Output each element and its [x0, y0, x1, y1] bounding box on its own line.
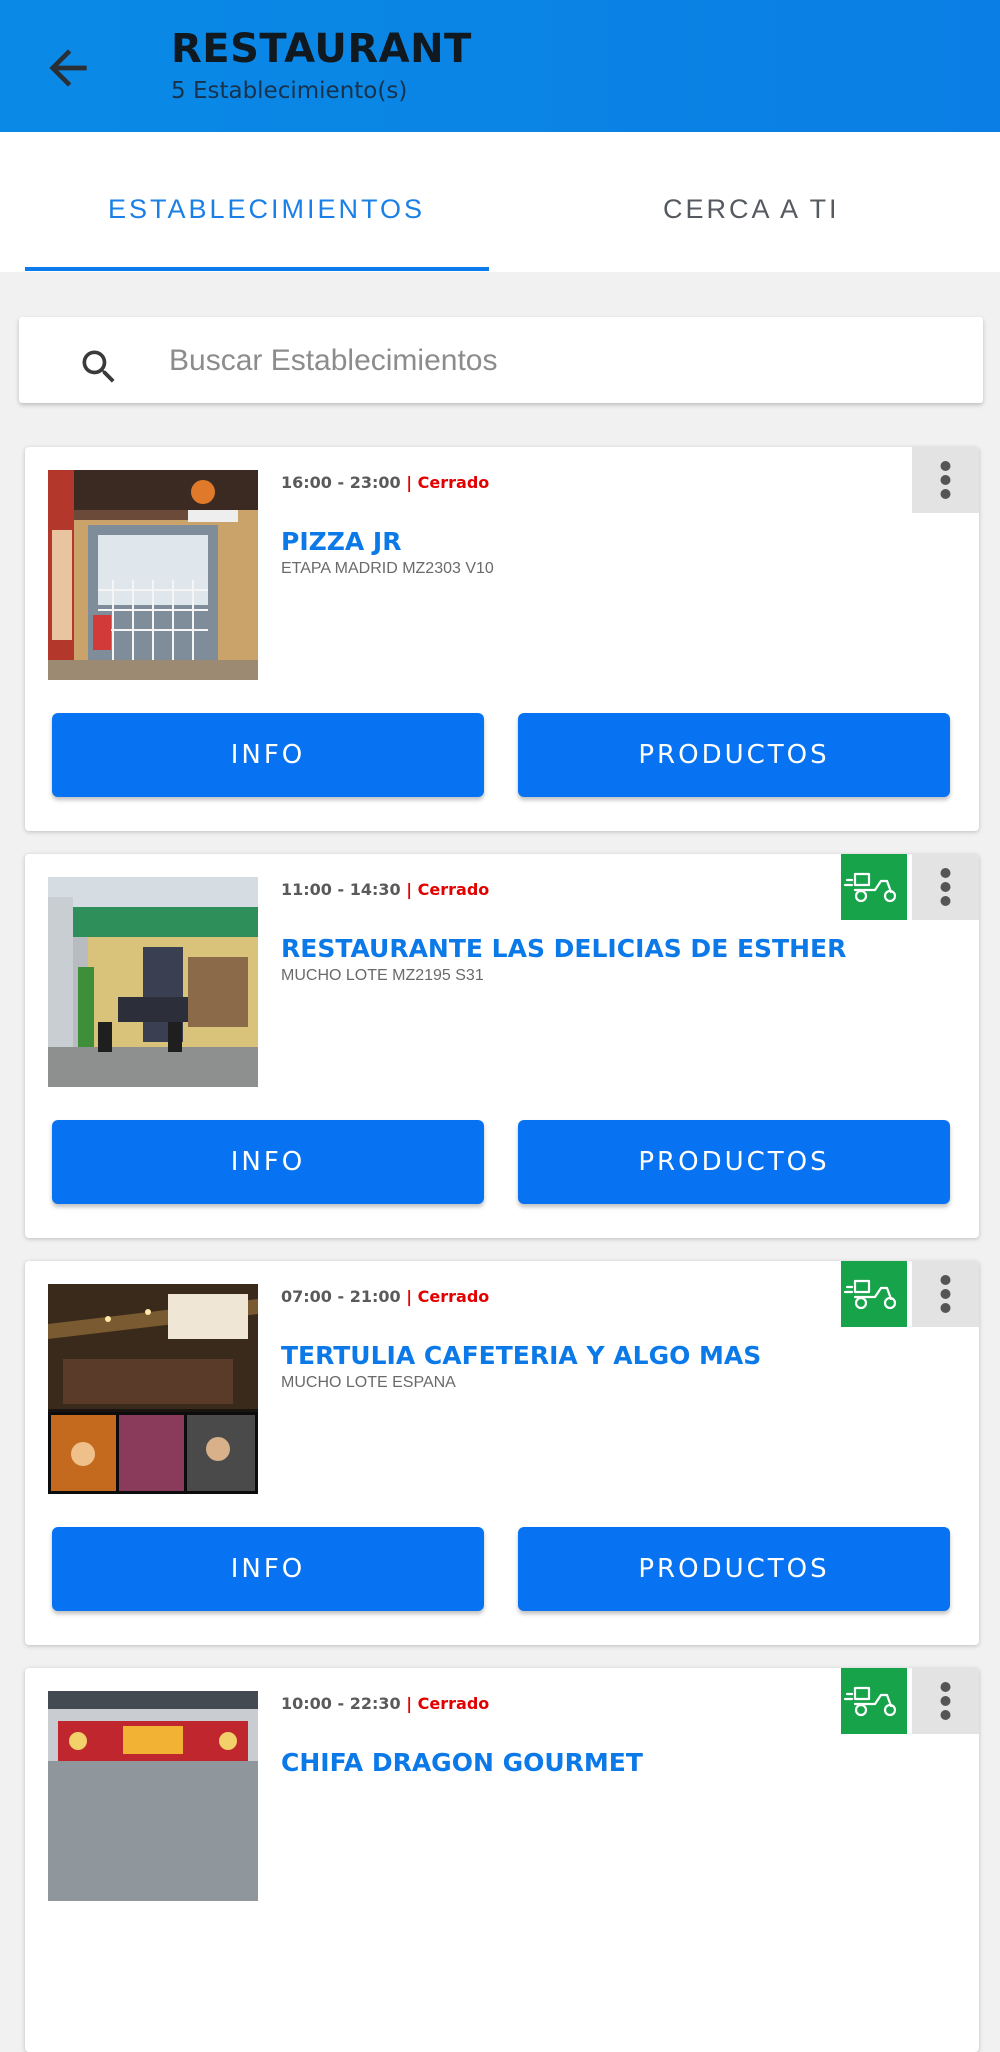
search-icon [82, 350, 115, 383]
more-options-button[interactable] [912, 854, 979, 920]
status-closed: Cerrado [417, 1694, 490, 1713]
establishment-card: 16:00 - 23:00 | Cerrado PIZZA JR ETAPA M… [25, 447, 979, 831]
products-button[interactable]: PRODUCTOS [518, 713, 950, 797]
more-vertical-icon [940, 868, 951, 906]
back-button[interactable] [40, 40, 96, 96]
more-options-button[interactable] [912, 447, 979, 513]
establishment-name[interactable]: TERTULIA CAFETERIA Y ALGO MAS [281, 1341, 761, 1370]
products-button[interactable]: PRODUCTOS [518, 1120, 950, 1204]
search-input[interactable] [167, 337, 951, 385]
info-button[interactable]: INFO [52, 1120, 484, 1204]
active-tab-indicator [25, 267, 489, 271]
tab-bar: ESTABLECIMIENTOS CERCA A TI [0, 132, 1000, 272]
delivery-badge [841, 1261, 907, 1327]
page-title: RESTAURANT [171, 26, 472, 72]
establishment-name[interactable]: CHIFA DRAGON GOURMET [281, 1748, 643, 1777]
establishment-name[interactable]: RESTAURANTE LAS DELICIAS DE ESTHER [281, 934, 846, 963]
establishment-card: 07:00 - 21:00 | Cerrado TERTULIA CAFETER… [25, 1261, 979, 1645]
info-button[interactable]: INFO [52, 1527, 484, 1611]
establishment-photo [48, 470, 258, 680]
products-button[interactable]: PRODUCTOS [518, 1527, 950, 1611]
establishment-card: 10:00 - 22:30 | Cerrado CHIFA DRAGON GOU… [25, 1668, 979, 2052]
establishment-photo [48, 877, 258, 1087]
opening-hours: 07:00 - 21:00 | Cerrado [281, 1287, 490, 1306]
establishment-card: 11:00 - 14:30 | Cerrado RESTAURANTE LAS … [25, 854, 979, 1238]
delivery-scooter-icon [843, 872, 897, 903]
more-options-button[interactable] [912, 1668, 979, 1734]
more-options-button[interactable] [912, 1261, 979, 1327]
more-vertical-icon [940, 1682, 951, 1720]
status-closed: Cerrado [417, 1287, 490, 1306]
status-closed: Cerrado [417, 473, 490, 492]
establishment-address: MUCHO LOTE ESPANA [281, 1374, 456, 1391]
establishment-name[interactable]: PIZZA JR [281, 527, 401, 556]
search-bar [19, 317, 983, 403]
tab-establecimientos[interactable]: ESTABLECIMIENTOS [108, 194, 425, 225]
status-closed: Cerrado [417, 880, 490, 899]
more-vertical-icon [940, 461, 951, 499]
establishment-address: ETAPA MADRID MZ2303 V10 [281, 560, 494, 577]
opening-hours: 16:00 - 23:00 | Cerrado [281, 473, 490, 492]
delivery-scooter-icon [843, 1279, 897, 1310]
establishment-address: MUCHO LOTE MZ2195 S31 [281, 967, 484, 984]
delivery-badge [841, 854, 907, 920]
more-vertical-icon [940, 1275, 951, 1313]
tab-cerca-a-ti[interactable]: CERCA A TI [663, 194, 840, 225]
establishment-photo [48, 1691, 258, 1901]
app-bar: RESTAURANT 5 Establecimiento(s) [0, 0, 1000, 132]
establishment-count: 5 Establecimiento(s) [171, 78, 408, 104]
opening-hours: 11:00 - 14:30 | Cerrado [281, 880, 490, 899]
opening-hours: 10:00 - 22:30 | Cerrado [281, 1694, 490, 1713]
arrow-left-icon [49, 49, 87, 87]
delivery-scooter-icon [843, 1686, 897, 1717]
delivery-badge [841, 1668, 907, 1734]
establishment-photo [48, 1284, 258, 1494]
info-button[interactable]: INFO [52, 713, 484, 797]
